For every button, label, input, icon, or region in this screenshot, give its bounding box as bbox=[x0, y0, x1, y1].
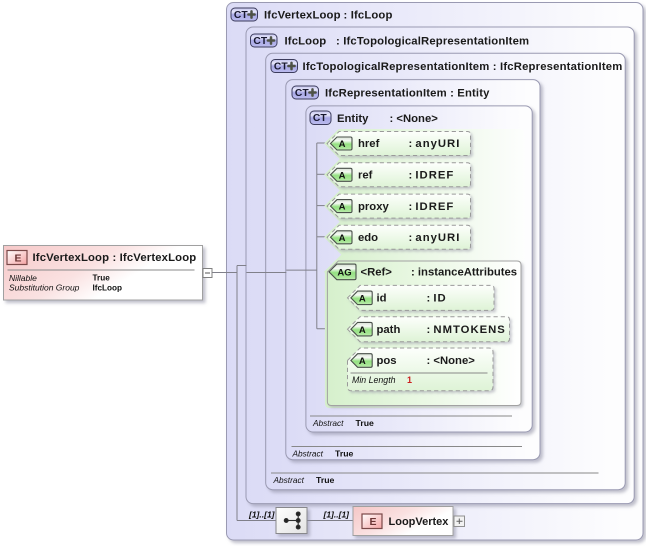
svg-text:<Ref>: <Ref> bbox=[361, 267, 393, 279]
svg-text:id: id bbox=[377, 293, 387, 305]
svg-text:A: A bbox=[339, 170, 346, 181]
svg-text:href: href bbox=[358, 138, 380, 150]
svg-text:CT: CT bbox=[253, 36, 267, 47]
svg-text:A: A bbox=[359, 294, 366, 305]
svg-text:pos: pos bbox=[377, 355, 397, 367]
svg-text:: IfcTopologicalRepresentation: : IfcTopologicalRepresentationItem bbox=[336, 36, 529, 48]
svg-text:A: A bbox=[339, 233, 346, 244]
svg-text:Substitution Group: Substitution Group bbox=[9, 283, 80, 293]
svg-text:: <None>: : <None> bbox=[427, 355, 476, 367]
svg-text:edo: edo bbox=[358, 232, 378, 244]
svg-text:True: True bbox=[356, 418, 375, 428]
svg-text:E: E bbox=[14, 253, 21, 265]
svg-text:LoopVertex: LoopVertex bbox=[389, 516, 450, 528]
svg-text:Abstract: Abstract bbox=[273, 475, 305, 485]
svg-text:IfcRepresentationItem : Entity: IfcRepresentationItem : Entity bbox=[325, 88, 490, 100]
svg-text:A: A bbox=[339, 202, 346, 213]
svg-text:A: A bbox=[359, 356, 366, 367]
svg-text:A: A bbox=[359, 325, 366, 336]
svg-text:[1]..[1]: [1]..[1] bbox=[323, 510, 351, 520]
svg-text:CT: CT bbox=[274, 62, 288, 73]
svg-text:: IfcLoop: : IfcLoop bbox=[344, 10, 393, 22]
svg-text:ref: ref bbox=[358, 170, 373, 182]
svg-text:: anyURI: : anyURI bbox=[409, 138, 461, 150]
svg-text:E: E bbox=[369, 516, 376, 528]
svg-text:IfcVertexLoop: IfcVertexLoop bbox=[264, 10, 341, 22]
svg-text:: IDREF: : IDREF bbox=[409, 201, 455, 213]
svg-text:Min Length: Min Length bbox=[352, 375, 396, 385]
svg-text:Entity: Entity bbox=[337, 113, 369, 125]
svg-text:True: True bbox=[335, 449, 354, 459]
svg-text:A: A bbox=[339, 139, 346, 150]
svg-text:: <None>: : <None> bbox=[390, 113, 439, 125]
svg-text:: instanceAttributes: : instanceAttributes bbox=[411, 267, 517, 279]
svg-text:Abstract: Abstract bbox=[292, 449, 324, 459]
svg-text:[1]..[1]: [1]..[1] bbox=[248, 510, 276, 520]
svg-text:IfcLoop: IfcLoop bbox=[93, 283, 123, 292]
svg-text:IfcTopologicalRepresentationIt: IfcTopologicalRepresentationItem : IfcRe… bbox=[303, 61, 623, 73]
svg-text:: ID: : ID bbox=[427, 293, 447, 305]
svg-text:: anyURI: : anyURI bbox=[409, 232, 461, 244]
svg-text:AG: AG bbox=[337, 268, 351, 279]
svg-text:: NMTOKENS: : NMTOKENS bbox=[427, 324, 506, 336]
svg-text:CT: CT bbox=[234, 10, 248, 21]
svg-text:path: path bbox=[377, 324, 401, 336]
svg-text:True: True bbox=[316, 475, 335, 485]
svg-text:CT: CT bbox=[295, 88, 309, 99]
svg-text:proxy: proxy bbox=[358, 201, 389, 213]
svg-text:IfcLoop: IfcLoop bbox=[285, 36, 327, 48]
svg-text:Abstract: Abstract bbox=[312, 418, 344, 428]
svg-text:Nillable: Nillable bbox=[9, 273, 37, 283]
svg-text:1: 1 bbox=[407, 375, 412, 385]
svg-text:CT: CT bbox=[313, 113, 327, 124]
svg-text:IfcVertexLoop : IfcVertexLoop: IfcVertexLoop : IfcVertexLoop bbox=[33, 252, 197, 264]
svg-text:True: True bbox=[93, 274, 111, 283]
svg-text:: IDREF: : IDREF bbox=[409, 170, 455, 182]
